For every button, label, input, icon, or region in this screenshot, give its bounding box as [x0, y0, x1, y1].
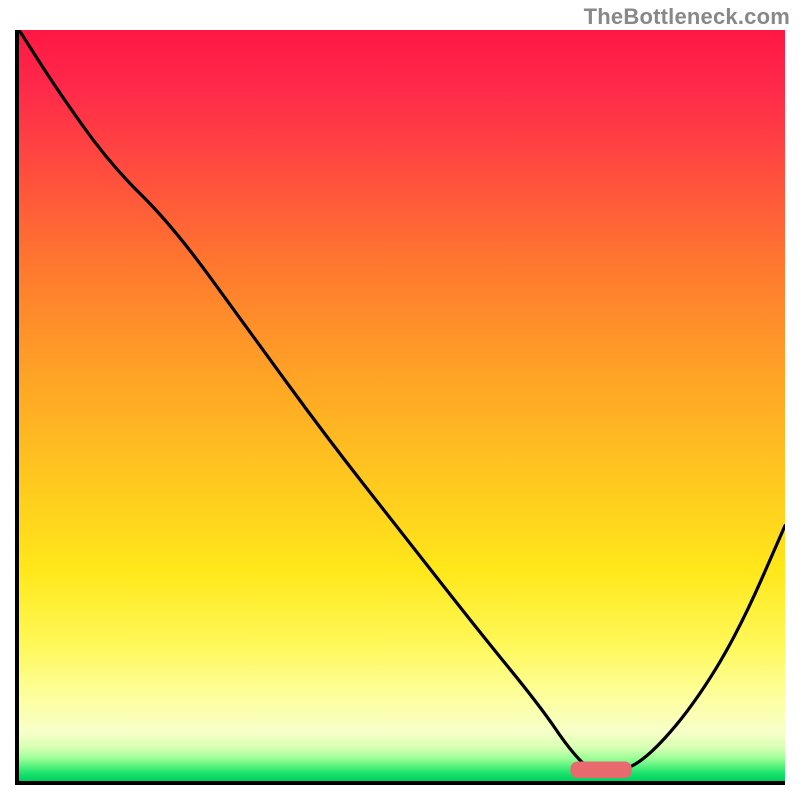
plot-area [15, 30, 785, 785]
bottleneck-curve [19, 30, 785, 774]
watermark-source: TheBottleneck.com [584, 4, 790, 30]
optimum-marker [571, 762, 632, 779]
curve-overlay [19, 30, 785, 781]
chart-container: TheBottleneck.com [0, 0, 800, 800]
